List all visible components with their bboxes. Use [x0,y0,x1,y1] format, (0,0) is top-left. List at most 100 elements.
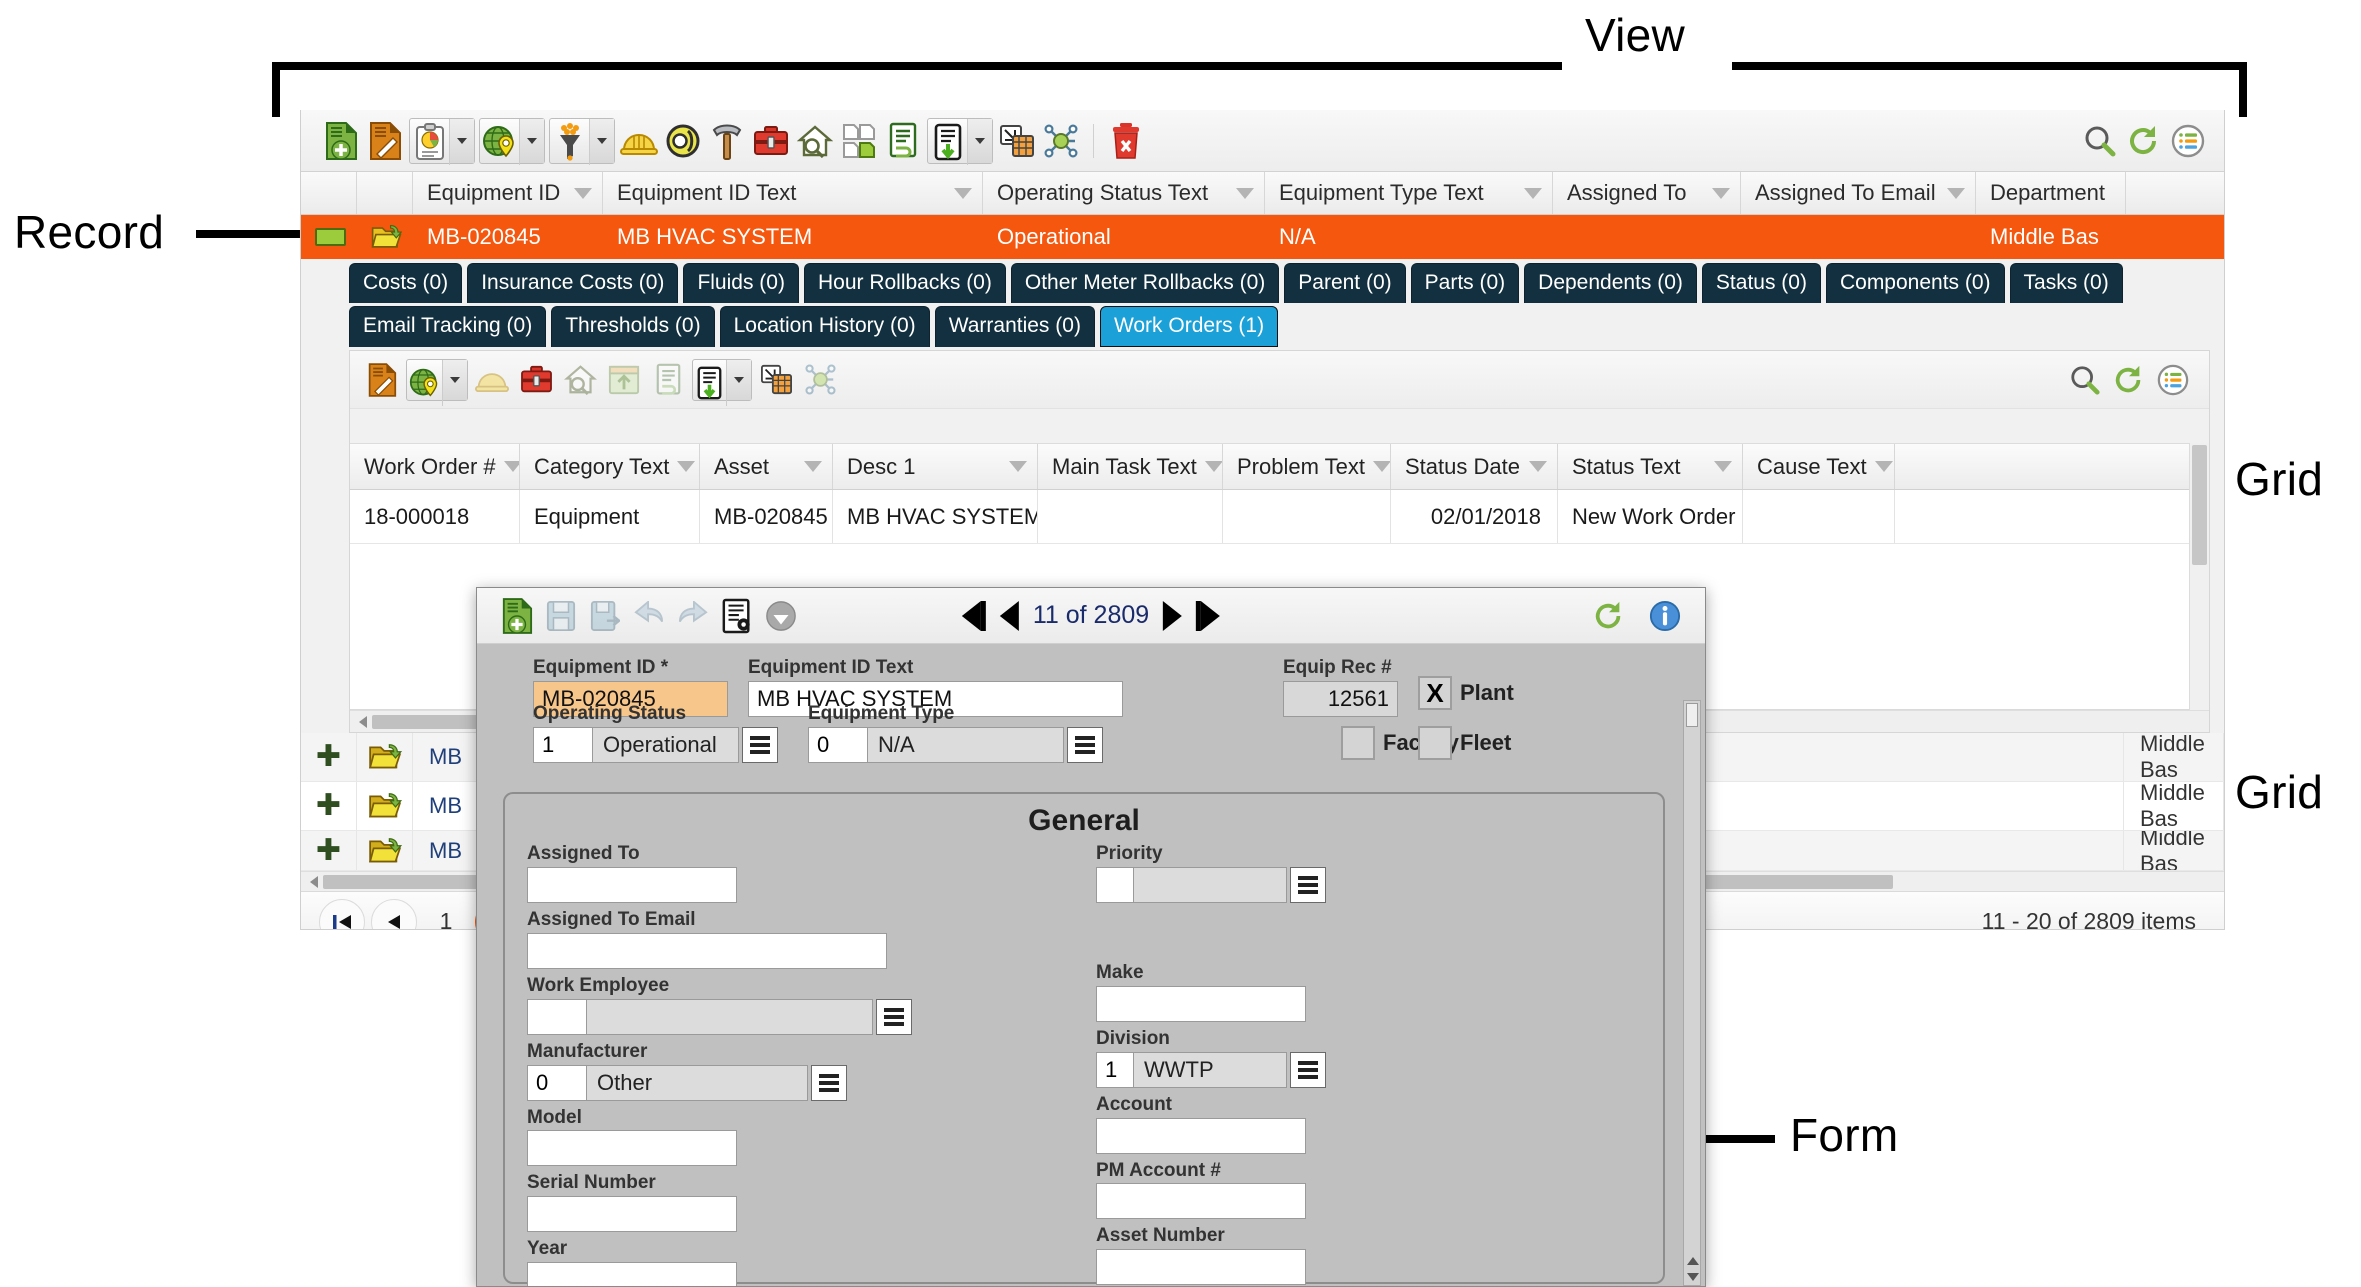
report-dropdown-arrow-icon[interactable] [450,118,474,163]
info-icon[interactable] [1643,593,1687,639]
operating-status-combo[interactable]: 1 Operational [533,726,778,763]
edit-record-icon[interactable] [363,118,407,164]
filter-icon[interactable] [1714,461,1732,473]
refresh-icon[interactable] [2122,118,2166,164]
export-split-button[interactable] [927,117,993,165]
column-header-status-text[interactable]: Status Text [1558,444,1743,490]
checkbox-plant[interactable]: X Plant [1418,676,1514,710]
column-header-department[interactable]: Department [1976,172,2126,214]
lookup-icon[interactable] [1290,1051,1326,1088]
priority-code[interactable] [1096,866,1134,903]
operating-status-code[interactable]: 1 [533,726,593,763]
filter-icon[interactable] [1372,461,1390,473]
save-and-next-icon[interactable] [583,593,627,639]
filter-icon[interactable] [954,187,972,199]
node-graph-icon[interactable] [798,357,842,403]
scroll-left-arrow-icon[interactable] [310,875,318,888]
document-lines-icon[interactable] [881,118,925,164]
hard-hat-icon[interactable] [617,118,661,164]
column-header-problem-text[interactable]: Problem Text [1223,444,1391,490]
scroll-down-arrow-icon[interactable] [1687,1273,1699,1281]
document-download-icon[interactable] [928,118,968,165]
toolbox-icon[interactable] [749,118,793,164]
scroll-left-arrow-icon[interactable] [359,715,367,728]
filter-icon[interactable] [1874,461,1893,473]
filter-icon[interactable] [1009,461,1027,473]
priority-combo[interactable] [1096,866,1326,903]
list-options-icon[interactable] [2151,357,2195,403]
scroll-thumb[interactable] [2192,445,2207,566]
year-input[interactable] [527,1262,737,1286]
form-vertical-scrollbar[interactable] [1683,700,1701,1286]
tab-work-orders[interactable]: Work Orders (1) [1099,306,1279,348]
filter-dropdown-arrow-icon[interactable] [590,118,614,163]
open-record-button[interactable] [357,215,413,259]
filter-icon[interactable] [574,187,592,199]
row-expand-toggle[interactable]: ✚ [301,831,357,871]
export-dropdown-arrow-icon[interactable] [968,118,992,163]
next-record-icon[interactable] [1163,600,1183,631]
division-code[interactable]: 1 [1096,1051,1134,1088]
column-header-category-text[interactable]: Category Text [520,444,700,490]
selected-record-row[interactable]: MB-020845 MB HVAC SYSTEM Operational N/A… [301,215,2224,259]
column-header-asset[interactable]: Asset [700,444,833,490]
edit-record-icon[interactable] [360,357,404,403]
refresh-icon[interactable] [1587,593,1631,639]
assigned-to-input[interactable] [527,866,737,903]
row-expand-toggle[interactable]: ✚ [301,782,357,831]
new-record-icon[interactable] [495,593,539,639]
filter-icon[interactable] [1947,187,1965,199]
filter-split-button[interactable] [549,117,615,165]
column-header-assigned-to[interactable]: Assigned To [1553,172,1741,214]
column-header-main-task-text[interactable]: Main Task Text [1038,444,1223,490]
lookup-icon[interactable] [1067,726,1103,763]
filter-funnel-icon[interactable] [550,118,590,165]
row-collapse-toggle[interactable] [301,215,357,259]
column-header-desc-1[interactable]: Desc 1 [833,444,1038,490]
column-header-status-date[interactable]: Status Date [1391,444,1558,490]
copy-pages-icon[interactable] [837,118,881,164]
filter-icon[interactable] [677,461,696,473]
down-arrow-circle-icon[interactable] [759,593,803,639]
column-header-equipment-id[interactable]: Equipment ID [413,172,603,214]
make-input[interactable] [1096,985,1306,1022]
report-clipboard-icon[interactable] [410,118,450,165]
table-row[interactable]: 18-000018 Equipment MB-020845 MB HVAC SY… [350,490,2209,545]
column-header-work-order-number[interactable]: Work Order # [350,444,520,490]
export-grid-icon[interactable] [754,357,798,403]
tab-tasks[interactable]: Tasks (0) [2009,263,2123,304]
tab-parent[interactable]: Parent (0) [1284,263,1406,304]
manufacturer-combo[interactable]: 0 Other [527,1064,847,1101]
record-detail-icon[interactable] [715,593,759,639]
headset-icon[interactable] [661,118,705,164]
first-record-button[interactable] [961,600,986,631]
assigned-to-email-input[interactable] [527,932,887,969]
filter-icon[interactable] [1712,187,1730,199]
model-input[interactable] [527,1130,737,1167]
tab-parts[interactable]: Parts (0) [1410,263,1520,304]
manufacturer-code[interactable]: 0 [527,1064,587,1101]
column-header-cause-text[interactable]: Cause Text [1743,444,1895,490]
scroll-thumb[interactable] [1686,703,1698,727]
open-record-button[interactable] [357,733,413,782]
list-options-icon[interactable] [2166,118,2210,164]
tab-warranties[interactable]: Warranties (0) [934,306,1095,348]
delete-trash-icon[interactable] [1104,118,1148,164]
tab-components[interactable]: Components (0) [1825,263,2005,304]
export-dropdown-arrow-icon[interactable] [727,359,751,400]
upload-window-icon[interactable] [602,357,646,403]
tab-costs[interactable]: Costs (0) [349,263,463,304]
filter-icon[interactable] [1529,461,1547,473]
tab-thresholds[interactable]: Thresholds (0) [551,306,715,348]
filter-icon[interactable] [1204,461,1222,473]
checkbox-fleet[interactable]: Fleet [1418,726,1511,760]
tab-other-meter-rollbacks[interactable]: Other Meter Rollbacks (0) [1010,263,1280,304]
equipment-type-code[interactable]: 0 [808,726,868,763]
house-search-icon[interactable] [793,118,837,164]
hard-hat-icon[interactable] [470,357,514,403]
search-icon[interactable] [2063,357,2107,403]
work-employee-code[interactable] [527,998,587,1035]
tab-hour-rollbacks[interactable]: Hour Rollbacks (0) [803,263,1006,304]
search-icon[interactable] [2078,118,2122,164]
lookup-icon[interactable] [1290,866,1326,903]
